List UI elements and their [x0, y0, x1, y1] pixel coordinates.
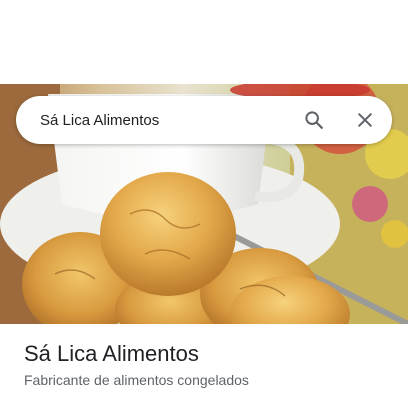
close-icon [358, 113, 372, 127]
place-title[interactable]: Sá Lica Alimentos [24, 340, 392, 368]
top-blank-area [0, 0, 408, 84]
place-info: Sá Lica Alimentos Fabricante de alimento… [24, 340, 392, 389]
search-input[interactable] [40, 105, 290, 135]
place-category: Fabricante de alimentos congelados [24, 372, 249, 388]
search-bar[interactable] [16, 96, 392, 144]
search-icon [305, 111, 323, 129]
search-button[interactable] [298, 104, 330, 136]
close-button[interactable] [349, 104, 381, 136]
